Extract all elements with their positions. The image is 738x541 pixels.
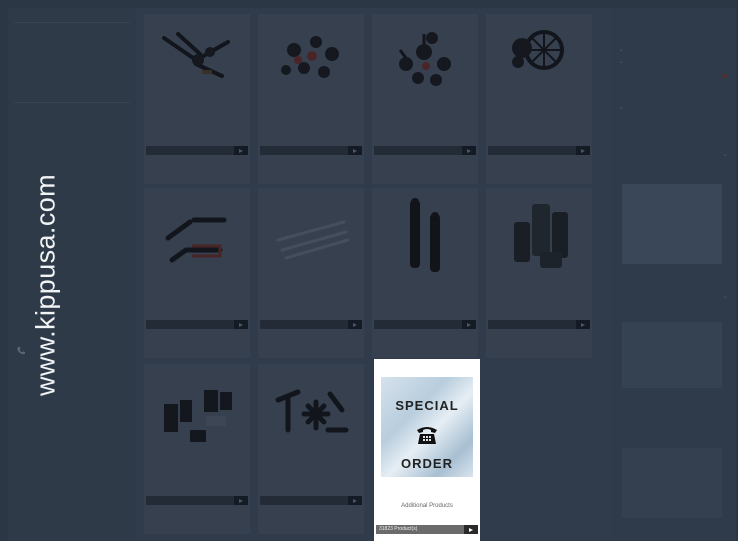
product-count-button[interactable] (488, 146, 590, 155)
product-count-button[interactable] (260, 320, 362, 329)
product-count-button[interactable] (260, 496, 362, 505)
product-count-button[interactable] (374, 146, 476, 155)
product-card[interactable] (144, 188, 250, 358)
arrow-right-icon[interactable] (234, 496, 248, 505)
product-count-button[interactable] (488, 320, 590, 329)
product-image (164, 390, 232, 442)
product-image (514, 204, 568, 268)
product-count-button[interactable] (260, 146, 362, 155)
arrow-right-icon[interactable] (348, 146, 362, 155)
product-image (281, 36, 339, 78)
product-card[interactable] (258, 14, 364, 184)
product-card[interactable] (144, 364, 250, 534)
divider (14, 102, 130, 103)
arrow-right-icon[interactable] (234, 146, 248, 155)
product-card[interactable] (144, 14, 250, 184)
website-watermark: www.kippusa.com (30, 173, 61, 397)
arrow-right-icon[interactable] (576, 146, 590, 155)
chevron-down-icon[interactable]: ⌄ (722, 292, 728, 300)
product-catalog-page: SPECIAL ORDER Additional Products 31823 … (8, 8, 736, 541)
screenshot-stage: SPECIAL ORDER Additional Products 31823 … (0, 0, 738, 541)
arrow-right-icon[interactable] (576, 320, 590, 329)
sidebar-link[interactable]: ▪ (620, 106, 622, 112)
special-order-card[interactable]: SPECIAL ORDER Additional Products 31823 … (374, 359, 480, 541)
product-name[interactable]: Additional Products (374, 503, 480, 509)
right-sidebar: ▪ ▪ ▶ ▪ ⌄ ⌄ (612, 8, 736, 541)
telephone-icon (417, 427, 437, 444)
arrow-right-icon[interactable] (348, 320, 362, 329)
arrow-right-icon[interactable] (348, 496, 362, 505)
product-image (410, 198, 440, 272)
sidebar-link[interactable]: ▪ (620, 60, 622, 66)
chevron-down-icon[interactable]: ⌄ (722, 150, 728, 158)
sidebar-link[interactable]: ▪ (620, 48, 622, 54)
divider (14, 22, 130, 23)
product-image (398, 32, 451, 86)
product-card[interactable] (258, 364, 364, 534)
product-image (165, 217, 227, 263)
category-sidebar (8, 8, 136, 541)
arrow-right-icon[interactable] (464, 525, 478, 534)
arrow-right-icon[interactable]: ▶ (723, 72, 728, 80)
news-image[interactable] (622, 448, 722, 518)
product-card[interactable] (486, 14, 592, 184)
product-image (276, 220, 350, 260)
product-card[interactable] (372, 14, 478, 184)
arrow-right-icon[interactable] (462, 320, 476, 329)
arrow-right-icon[interactable] (462, 146, 476, 155)
product-count-button[interactable]: 31823 Product(s) (376, 525, 478, 534)
product-card[interactable] (486, 188, 592, 358)
product-count-button[interactable] (146, 146, 248, 155)
product-image (275, 389, 349, 433)
product-card[interactable] (258, 188, 364, 358)
product-count: 31823 Product(s) (379, 526, 418, 532)
special-order-image: SPECIAL ORDER (381, 377, 473, 477)
special-order-subtitle: ORDER (401, 456, 453, 471)
product-count-button[interactable] (374, 320, 476, 329)
phone-icon (17, 347, 25, 355)
special-order-title: SPECIAL (395, 398, 459, 413)
product-image (162, 32, 230, 78)
news-image[interactable] (622, 322, 722, 388)
news-image[interactable] (622, 184, 722, 264)
product-count-button[interactable] (146, 320, 248, 329)
product-count-button[interactable] (146, 496, 248, 505)
product-image (512, 30, 564, 70)
arrow-right-icon[interactable] (234, 320, 248, 329)
product-card[interactable] (372, 188, 478, 358)
